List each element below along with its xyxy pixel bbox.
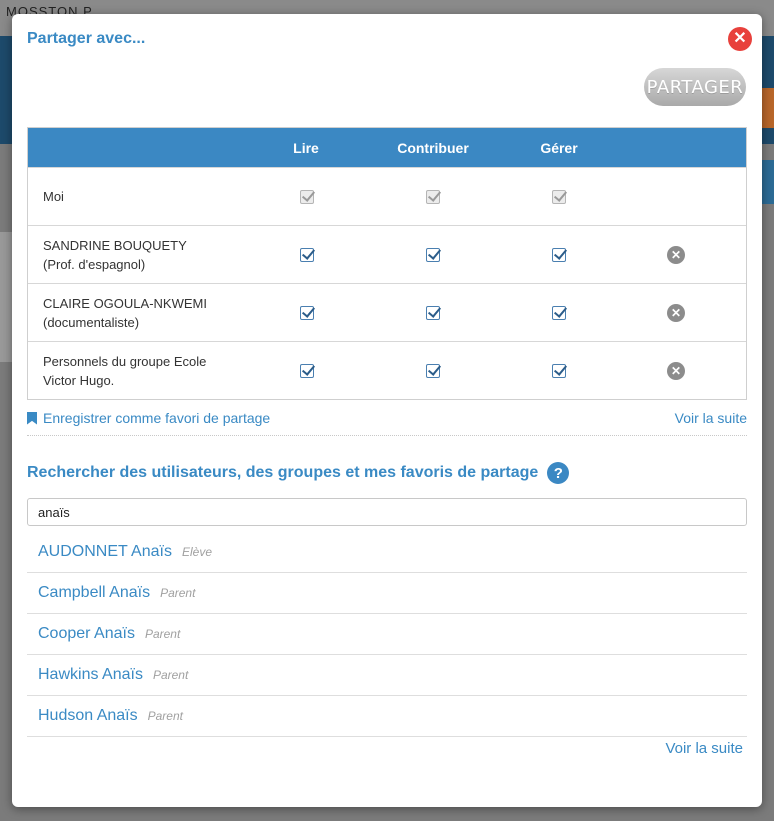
result-role: Elève: [181, 545, 212, 559]
gerer-checkbox[interactable]: [552, 247, 566, 262]
gerer-checkbox[interactable]: [552, 363, 566, 378]
gerer-checkbox: [552, 189, 566, 204]
row-name-line1: SANDRINE BOUQUETY: [43, 237, 187, 253]
table-row: SANDRINE BOUQUETY (Prof. d'espagnol) ✕: [28, 225, 746, 283]
row-name-line1: Moi: [43, 189, 64, 204]
search-results: AUDONNET Anaïs Elève Campbell Anaïs Pare…: [27, 532, 747, 737]
bookmark-icon: [27, 411, 37, 425]
table-header: Lire Contribuer Gérer: [28, 128, 746, 167]
row-name-line1: CLAIRE OGOULA-NKWEMI: [43, 295, 207, 311]
header-gerer: Gérer: [540, 139, 578, 156]
close-icon[interactable]: ✕: [728, 27, 752, 51]
background-left-strip: [0, 232, 12, 362]
result-name: AUDONNET Anaïs: [38, 543, 172, 560]
row-name-line2: (documentaliste): [43, 314, 140, 330]
results-more-link[interactable]: Voir la suite: [665, 740, 743, 757]
table-row: CLAIRE OGOULA-NKWEMI (documentaliste) ✕: [28, 283, 746, 341]
row-name: CLAIRE OGOULA-NKWEMI (documentaliste): [28, 294, 258, 332]
list-item[interactable]: AUDONNET Anaïs Elève: [27, 532, 747, 573]
contribuer-checkbox[interactable]: [426, 247, 440, 262]
list-item[interactable]: Hudson Anaïs Parent: [27, 696, 747, 737]
save-favorite-link[interactable]: Enregistrer comme favori de partage: [27, 410, 270, 426]
gerer-checkbox[interactable]: [552, 305, 566, 320]
result-role: Parent: [160, 586, 196, 600]
search-input[interactable]: [27, 498, 747, 526]
result-name: Hawkins Anaïs: [38, 666, 143, 683]
lire-checkbox[interactable]: [300, 305, 314, 320]
search-title-text: Rechercher des utilisateurs, des groupes…: [27, 464, 539, 481]
result-role: Parent: [144, 627, 181, 641]
contribuer-checkbox: [426, 189, 440, 204]
row-name: Moi: [28, 187, 258, 206]
share-dialog: Partager avec... ✕ PARTAGER Lire Contrib…: [12, 14, 762, 807]
lire-checkbox: [300, 189, 314, 204]
row-name: Personnels du groupe Ecole Victor Hugo.: [28, 352, 258, 390]
remove-icon[interactable]: ✕: [667, 361, 685, 380]
favorites-more-link[interactable]: Voir la suite: [675, 410, 747, 426]
row-name: SANDRINE BOUQUETY (Prof. d'espagnol): [28, 236, 258, 274]
dialog-title: Partager avec...: [27, 30, 146, 47]
result-role: Parent: [152, 668, 189, 682]
header-contribuer: Contribuer: [397, 139, 469, 156]
lire-checkbox[interactable]: [300, 247, 314, 262]
row-name-line2: (Prof. d'espagnol): [43, 256, 146, 272]
contribuer-checkbox[interactable]: [426, 305, 440, 320]
remove-icon[interactable]: ✕: [667, 303, 685, 322]
save-favorite-label: Enregistrer comme favori de partage: [43, 410, 271, 426]
result-role: Parent: [147, 709, 183, 723]
contribuer-checkbox[interactable]: [426, 363, 440, 378]
search-section-title: Rechercher des utilisateurs, des groupes…: [27, 462, 570, 484]
permissions-table: Lire Contribuer Gérer Moi SANDRINE BOUQU…: [27, 127, 747, 400]
background-orange-tab: [760, 88, 774, 128]
help-icon[interactable]: ?: [547, 462, 570, 484]
share-button[interactable]: PARTAGER: [644, 68, 746, 106]
lire-checkbox[interactable]: [300, 363, 314, 378]
row-name-line1: Personnels du groupe Ecole: [43, 353, 207, 369]
remove-icon[interactable]: ✕: [667, 245, 685, 264]
list-item[interactable]: Campbell Anaïs Parent: [27, 573, 747, 614]
header-lire: Lire: [293, 139, 319, 156]
background-blue-tab: [760, 160, 774, 204]
list-item[interactable]: Hawkins Anaïs Parent: [27, 655, 747, 696]
result-name: Hudson Anaïs: [38, 707, 138, 724]
favorites-row: Enregistrer comme favori de partage Voir…: [27, 410, 747, 436]
row-name-line2: Victor Hugo.: [43, 372, 115, 388]
table-row: Moi: [28, 167, 746, 225]
result-name: Campbell Anaïs: [38, 584, 151, 601]
table-row: Personnels du groupe Ecole Victor Hugo. …: [28, 341, 746, 399]
list-item[interactable]: Cooper Anaïs Parent: [27, 614, 747, 655]
result-name: Cooper Anaïs: [38, 625, 135, 642]
